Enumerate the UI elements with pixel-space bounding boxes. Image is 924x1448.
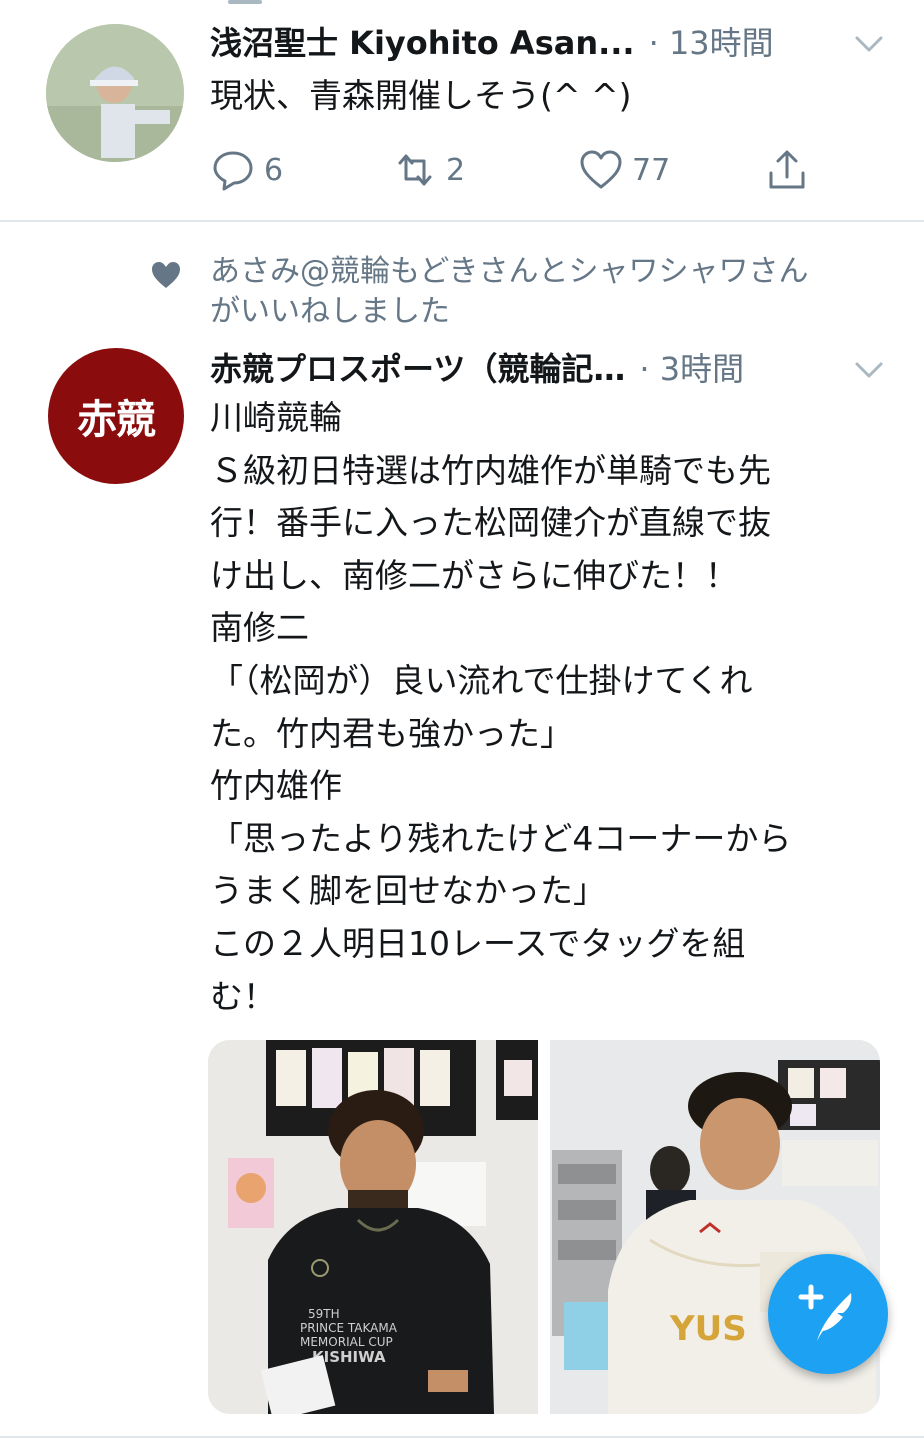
jersey-text: MEMORIAL CUP — [300, 1335, 393, 1349]
share-icon — [769, 150, 805, 189]
tweet-text-line: 行！番手に入った松岡健介が直線で抜 — [210, 503, 771, 543]
tweet-photo-left[interactable]: 59TH PRINCE TAKAMA MEMORIAL CUP KISHIWA — [208, 1040, 538, 1414]
chevron-down-icon[interactable] — [852, 26, 886, 60]
tweet-actions: 6 2 77 — [210, 142, 830, 198]
tweet-divider — [0, 1436, 924, 1438]
avatar[interactable] — [46, 24, 184, 162]
author-name[interactable]: 浅沼聖士 Kiyohito Asan... — [210, 18, 635, 64]
chevron-down-icon[interactable] — [852, 352, 886, 386]
retweet-icon — [398, 154, 432, 186]
retweet-button[interactable]: 2 — [392, 142, 465, 198]
reply-icon — [213, 151, 253, 191]
jersey-text: 59TH — [308, 1307, 340, 1321]
retweet-count: 2 — [446, 152, 466, 188]
heart-icon — [580, 150, 622, 189]
tweet-asanuma[interactable]: 浅沼聖士 Kiyohito Asan... · 13時間 現状、青森開催しそう(… — [0, 0, 924, 220]
tweet-text-line: この２人明日10レースでタッグを組 — [210, 923, 746, 963]
tweet-text-line: 竹内雄作 — [210, 766, 342, 806]
share-button[interactable] — [764, 142, 810, 198]
tweet-text-line: 「（松岡が）良い流れで仕掛けてくれ — [210, 660, 753, 700]
social-context[interactable]: あさみ@競輪もどきさんとシャワシャワさん がいいねしました — [210, 252, 890, 332]
tweet-text-line: うまく脚を回せなかった」 — [210, 871, 606, 911]
compose-tweet-icon — [798, 1284, 852, 1341]
tweet-text-line: む！ — [210, 976, 276, 1016]
tweet-text-line: 南修二 — [210, 608, 309, 648]
social-context-line: がいいねしました — [210, 294, 450, 329]
author-name[interactable]: 赤競プロスポーツ（競輪記… — [210, 344, 625, 390]
avatar[interactable]: 赤競 — [48, 348, 184, 484]
jersey-text: YUS — [669, 1309, 747, 1349]
like-button[interactable]: 77 — [578, 142, 670, 198]
tweet-text-line: け出し、南修二がさらに伸びた！！ — [210, 555, 738, 595]
compose-tweet-button[interactable] — [768, 1254, 888, 1374]
tweet-time[interactable]: · 13時間 — [649, 18, 774, 64]
tweet-text-line: Ｓ級初日特選は竹内雄作が単騎でも先 — [210, 450, 771, 490]
tweet-text-line: 「思ったより残れたけど4コーナーから — [210, 818, 792, 858]
like-count: 77 — [632, 152, 671, 188]
tweet-divider — [0, 220, 924, 222]
tweet-text: 川崎競輪 Ｓ級初日特選は竹内雄作が単騎でも先 行！番手に入った松岡健介が直線で抜… — [210, 392, 890, 1023]
reply-button[interactable]: 6 — [210, 142, 283, 198]
tweet-text-line: 川崎競輪 — [210, 398, 342, 437]
avatar-text: 赤競 — [77, 396, 156, 443]
tweet-time[interactable]: · 3時間 — [639, 344, 744, 390]
jersey-text: PRINCE TAKAMA — [300, 1321, 398, 1335]
tweet-text: 現状、青森開催しそう(^ ^) — [210, 76, 632, 115]
tweet-text-line: た。竹内君も強かった」 — [210, 713, 573, 753]
reply-count: 6 — [264, 152, 284, 188]
social-context-line: あさみ@競輪もどきさんとシャワシャワさん — [210, 254, 809, 289]
heart-icon — [152, 262, 180, 288]
